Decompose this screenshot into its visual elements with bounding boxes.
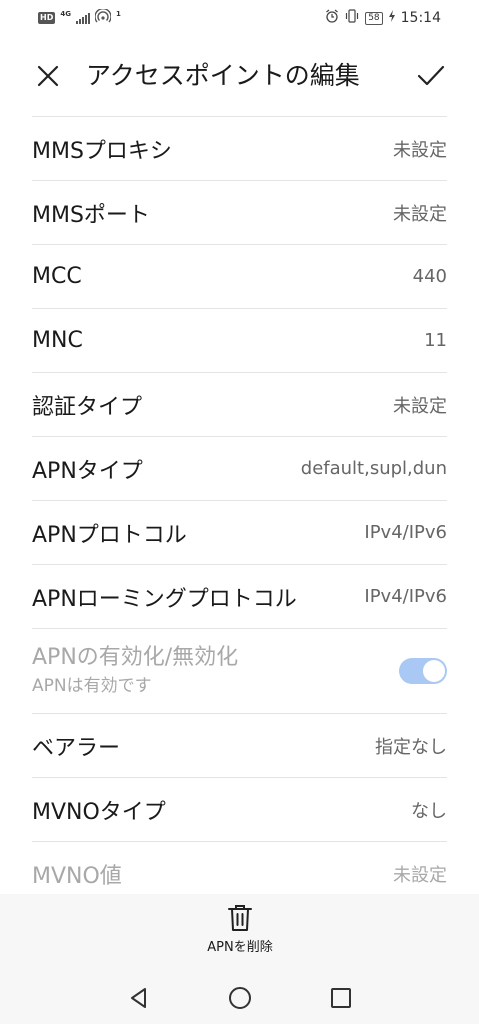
recents-square-icon [331,988,351,1008]
row-label: APNタイプ [32,458,143,484]
row-mms-port[interactable]: MMSポート 未設定 [32,180,447,244]
row-apn-protocol[interactable]: APNプロトコル IPv4/IPv6 [32,500,447,564]
row-label: MCC [32,264,82,289]
row-value: なし [411,800,447,822]
hd-badge: HD [38,12,56,24]
home-circle-icon [229,987,251,1009]
page-title: アクセスポイントの編集 [86,61,360,90]
settings-list: MMSプロキシ 未設定 MMSポート 未設定 MCC 440 MNC 11 認証… [32,116,447,905]
row-apn-roaming-protocol[interactable]: APNローミングプロトコル IPv4/IPv6 [32,564,447,628]
row-label: MVNO値 [32,863,122,889]
row-value: IPv4/IPv6 [364,522,447,543]
apn-enable-toggle[interactable] [399,658,447,684]
row-value: 未設定 [393,864,447,886]
battery-level: 58 [365,11,383,25]
apn-enable-title: APNの有効化/無効化 [32,645,239,670]
row-apn-type[interactable]: APNタイプ default,supl,dun [32,436,447,500]
status-bar: HD 4G 1 58 15:14 [0,0,479,36]
nav-home-button[interactable] [225,983,255,1013]
apn-enable-subtitle: APNは有効です [32,676,152,696]
close-icon [37,65,59,87]
alarm-icon [325,9,339,27]
apn-enable-text: APNの有効化/無効化 APNは有効です [32,643,238,699]
notification-count: 1 [115,10,121,18]
status-right: 58 15:14 [325,9,441,27]
check-icon [417,65,445,86]
delete-apn-label: APNを削除 [207,940,273,955]
row-label: APNローミングプロトコル [32,586,297,612]
row-value: 未設定 [393,203,447,225]
row-mvno-type[interactable]: MVNOタイプ なし [32,777,447,841]
app-header: アクセスポイントの編集 [0,44,479,108]
row-mnc[interactable]: MNC 11 [32,308,447,372]
row-label: ベアラー [32,735,121,761]
row-label: MVNOタイプ [32,799,166,825]
row-label: MMSプロキシ [32,138,172,164]
network-type: 4G [60,10,71,18]
row-value: 11 [424,330,447,351]
charging-icon [388,10,396,26]
toggle-knob [423,660,445,682]
row-label: 認証タイプ [32,394,143,420]
row-label: MMSポート [32,202,150,228]
status-left: HD 4G 1 [38,8,121,27]
row-label: APNプロトコル [32,522,187,548]
trash-icon [228,905,252,931]
signal-icon [75,12,90,24]
back-triangle-icon [131,988,146,1008]
row-value: 未設定 [393,139,447,161]
row-auth-type[interactable]: 認証タイプ 未設定 [32,372,447,436]
clock: 15:14 [400,10,441,26]
hotspot-icon [94,8,112,27]
row-value: 指定なし [375,736,447,758]
system-nav-bar [0,975,479,1019]
delete-apn-button[interactable]: APNを削除 [190,904,290,964]
row-apn-enable[interactable]: APNの有効化/無効化 APNは有効です [32,628,447,713]
nav-recents-button[interactable] [326,983,356,1013]
vibrate-icon [344,9,360,27]
row-mcc[interactable]: MCC 440 [32,244,447,308]
confirm-button[interactable] [413,58,449,94]
close-button[interactable] [30,58,66,94]
row-value: 440 [412,266,447,287]
row-value: IPv4/IPv6 [364,586,447,607]
nav-back-button[interactable] [124,983,154,1013]
row-bearer[interactable]: ベアラー 指定なし [32,713,447,777]
row-label: MNC [32,328,83,353]
row-mms-proxy[interactable]: MMSプロキシ 未設定 [32,116,447,180]
row-value: 未設定 [393,395,447,417]
row-value: default,supl,dun [300,458,447,479]
